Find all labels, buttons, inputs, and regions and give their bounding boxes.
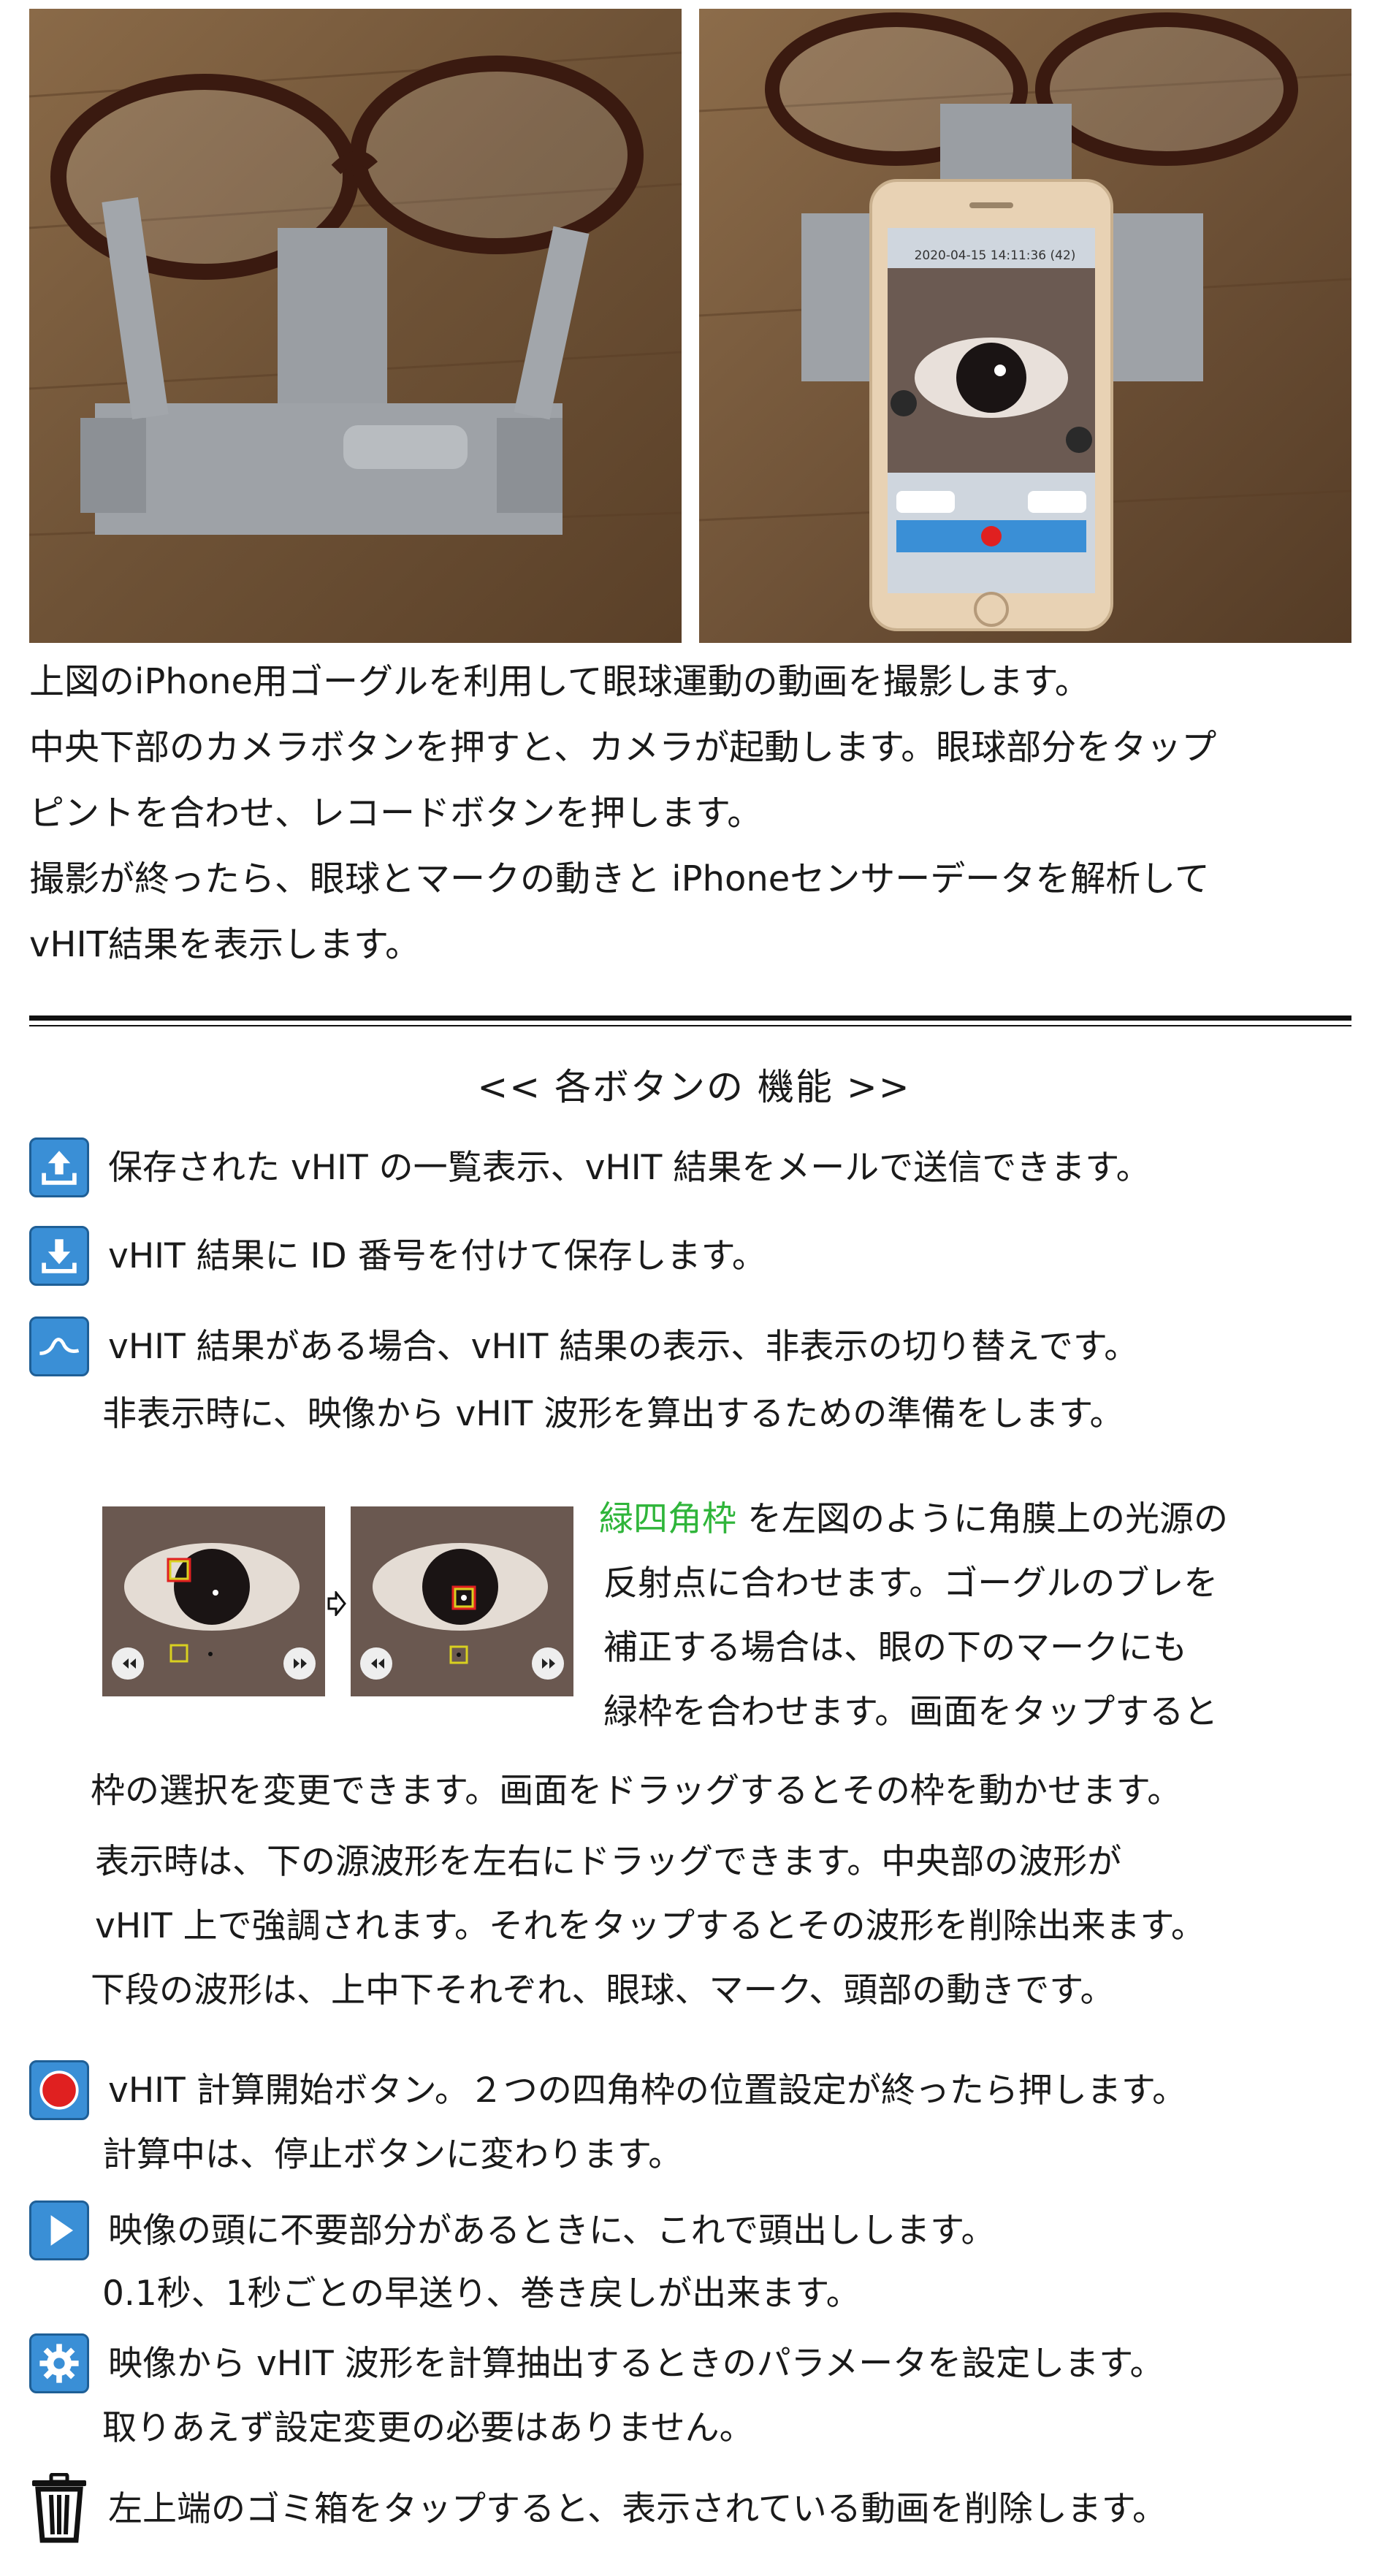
display-desc-line2: vHIT 上で強調されます。それをタップするとその波形を削除出来ます。 xyxy=(95,1906,1205,1946)
wave-icon xyxy=(29,1316,89,1376)
trash-icon xyxy=(29,2472,89,2543)
frame-desc-line1-rest: を左図のように角膜上の光源の xyxy=(736,1499,1228,1539)
frame-desc-line3: 補正する場合は、眼の下のマークにも xyxy=(603,1628,1187,1668)
display-desc-line3: 下段の波形は、上中下それぞれ、眼球、マーク、頭部の動きです。 xyxy=(91,1970,1115,2011)
frame-desc-line5: 枠の選択を変更できます。画面をドラッグするとその枠を動かせます。 xyxy=(91,1771,1182,1811)
section-heading: << 各ボタンの 機能 >> xyxy=(477,1066,911,1108)
wave-desc: vHIT 結果がある場合、vHIT 結果の表示、非表示の切り替えです。 xyxy=(108,1327,1139,1367)
upload-icon xyxy=(29,1138,89,1197)
save-desc: vHIT 結果に ID 番号を付けて保存します。 xyxy=(108,1236,766,1276)
settings-subdesc: 取りあえず設定変更の必要はありません。 xyxy=(102,2408,754,2448)
download-icon xyxy=(29,1226,89,1286)
intro-line: 撮影が終ったら、眼球とマークの動きと iPhoneセンサーデータを解析して xyxy=(29,858,1210,899)
list-desc: 保存された vHIT の一覧表示、vHIT 結果をメールで送信できます。 xyxy=(108,1148,1151,1188)
trash-desc: 左上端のゴミ箱をタップすると、表示されている動画を削除します。 xyxy=(108,2489,1167,2529)
green-frame-label: 緑四角枠 xyxy=(599,1499,736,1539)
divider-thick xyxy=(29,1015,1351,1021)
frame-desc-line4: 緑枠を合わせます。画面をタップすると xyxy=(603,1692,1219,1732)
eye-sample-after xyxy=(351,1506,573,1696)
display-desc-line1: 表示時は、下の源波形を左右にドラッグできます。中央部の波形が xyxy=(95,1842,1122,1882)
intro-line: 上図のiPhone用ゴーグルを利用して眼球運動の動画を撮影します。 xyxy=(29,661,1090,702)
record-subdesc: 計算中は、停止ボタンに変わります。 xyxy=(102,2135,683,2175)
settings-desc: 映像から vHIT 波形を計算抽出するときのパラメータを設定します。 xyxy=(108,2344,1164,2384)
record-desc: vHIT 計算開始ボタン。２つの四角枠の位置設定が終ったら押します。 xyxy=(108,2070,1187,2111)
intro-line: 中央下部のカメラボタンを押すと、カメラが起動します。眼球部分をタップ xyxy=(29,727,1217,768)
frame-desc-line2: 反射点に合わせます。ゴーグルのブレを xyxy=(603,1563,1219,1604)
play-icon xyxy=(29,2200,89,2260)
play-subdesc: 0.1秒、1秒ごとの早送り、巻き戻しが出来ます。 xyxy=(102,2274,861,2314)
divider-thin xyxy=(29,1025,1351,1026)
play-desc: 映像の頭に不要部分があるときに、これで頭出しします。 xyxy=(108,2211,996,2251)
goggle-photo-with-iphone: 2020-04-15 14:11:36 (42) xyxy=(699,9,1351,643)
goggle-photo-front xyxy=(29,9,682,643)
intro-line: ピントを合わせ、レコードボタンを押します。 xyxy=(29,793,763,834)
intro-line: vHIT結果を表示します。 xyxy=(29,924,421,965)
gear-icon xyxy=(29,2333,89,2393)
eye-sample-before xyxy=(102,1506,325,1696)
intro-text: 上図のiPhone用ゴーグルを利用して眼球運動の動画を撮影します。 中央下部のカ… xyxy=(29,649,1366,978)
arrow-right-icon xyxy=(327,1589,346,1618)
wave-subdesc: 非表示時に、映像から vHIT 波形を算出するための準備をします。 xyxy=(102,1394,1124,1434)
phone-timestamp: 2020-04-15 14:11:36 (42) xyxy=(914,248,1076,263)
frame-desc-line1: 緑四角枠 を左図のように角膜上の光源の xyxy=(599,1487,1228,1552)
record-icon xyxy=(29,2060,89,2120)
